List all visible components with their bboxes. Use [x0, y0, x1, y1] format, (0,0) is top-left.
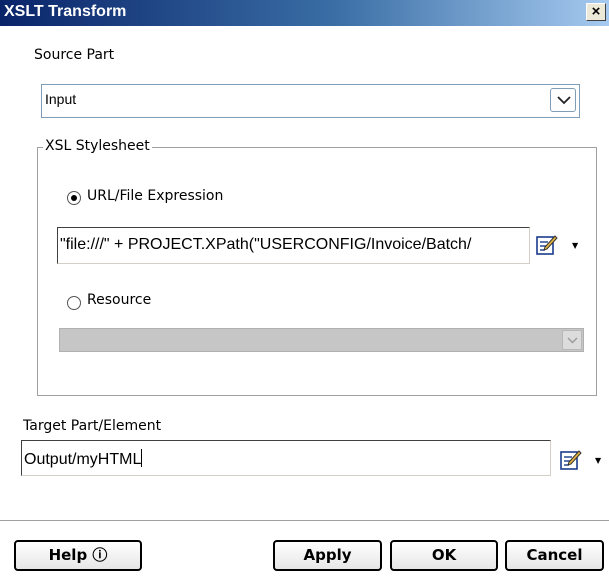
help-button[interactable]: Help ⓘ — [14, 540, 142, 571]
source-part-dropdown-button[interactable] — [550, 88, 576, 112]
target-part-value: Output/myHTML — [24, 449, 143, 468]
button-separator — [0, 520, 609, 522]
url-expression-value: "file:///" + PROJECT.XPath("USERCONFIG/I… — [60, 236, 472, 253]
close-icon: × — [591, 3, 601, 20]
cancel-button[interactable]: Cancel — [505, 540, 604, 571]
triangle-down-icon[interactable]: ▼ — [595, 456, 601, 465]
chevron-down-icon — [567, 337, 578, 344]
ok-button[interactable]: OK — [390, 540, 498, 571]
target-part-input[interactable]: Output/myHTML — [21, 440, 551, 476]
target-part-label: Target Part/Element — [23, 418, 162, 434]
resource-dropdown-button — [562, 330, 582, 350]
edit-target-icon[interactable] — [560, 449, 582, 471]
url-file-expression-label[interactable]: URL/File Expression — [87, 188, 223, 204]
source-part-select[interactable]: Input — [41, 84, 580, 118]
triangle-down-icon[interactable]: ▼ — [572, 241, 578, 250]
edit-expression-icon[interactable] — [536, 234, 558, 256]
resource-radio[interactable] — [67, 296, 81, 310]
url-expression-input[interactable]: "file:///" + PROJECT.XPath("USERCONFIG/I… — [57, 227, 530, 264]
url-file-expression-radio[interactable] — [67, 191, 81, 205]
text-caret — [141, 449, 143, 467]
title-bar: XSLT Transform × — [0, 0, 609, 26]
window-title: XSLT Transform — [4, 3, 127, 20]
source-part-label: Source Part — [34, 47, 115, 63]
radio-selected-dot — [71, 195, 77, 201]
resource-label[interactable]: Resource — [87, 292, 151, 308]
resource-select — [59, 328, 584, 352]
close-button[interactable]: × — [586, 3, 606, 21]
apply-button[interactable]: Apply — [273, 540, 382, 571]
source-part-value: Input — [45, 91, 77, 107]
chevron-down-icon — [557, 96, 571, 105]
xsl-stylesheet-group — [37, 147, 597, 396]
xsl-stylesheet-legend: XSL Stylesheet — [43, 138, 152, 154]
